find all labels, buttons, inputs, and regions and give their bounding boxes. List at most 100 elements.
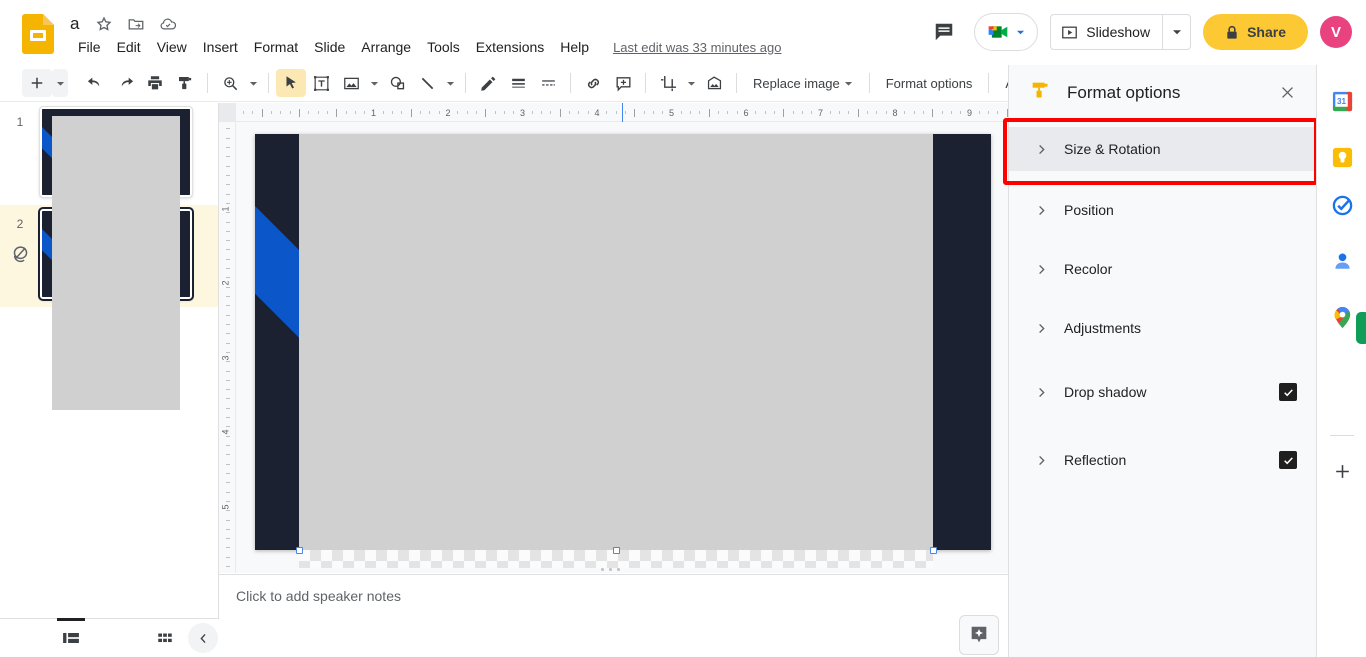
- menu-tools[interactable]: Tools: [419, 37, 468, 57]
- line-tool[interactable]: [412, 69, 442, 97]
- explore-sparkle-icon[interactable]: [959, 615, 999, 655]
- speaker-notes-placeholder[interactable]: Click to add speaker notes: [236, 588, 401, 604]
- ruler-tick: [226, 351, 230, 353]
- select-tool[interactable]: [276, 69, 306, 97]
- drop-shadow-checkbox[interactable]: [1279, 383, 1297, 401]
- filmstrip-view-button[interactable]: [48, 618, 94, 657]
- slideshow-dropdown-caret[interactable]: [1162, 15, 1190, 49]
- ruler-number: 6: [743, 108, 749, 118]
- ruler-tick: [226, 128, 230, 130]
- ruler-tick: [690, 111, 692, 114]
- print-button[interactable]: [140, 69, 170, 97]
- ruler-tick: [839, 111, 841, 114]
- google-maps-icon[interactable]: [1328, 303, 1356, 331]
- grid-view-button[interactable]: [142, 619, 188, 657]
- format-options-button[interactable]: Format options: [877, 71, 982, 96]
- crop-caret[interactable]: [683, 69, 699, 97]
- format-row-label: Drop shadow: [1064, 384, 1147, 400]
- selected-image-overlay-filmstrip[interactable]: [52, 116, 180, 410]
- ruler-tick: [764, 111, 766, 114]
- new-slide-button[interactable]: [22, 69, 52, 97]
- insert-comment-button[interactable]: [608, 69, 638, 97]
- pen-tool[interactable]: [473, 69, 503, 97]
- format-row-reflection[interactable]: Reflection: [1009, 438, 1317, 482]
- ruler-tick: [801, 111, 803, 114]
- ruler-tick: [867, 111, 869, 114]
- side-app-rail[interactable]: 31: [1316, 65, 1366, 657]
- format-row-size-rotation[interactable]: Size & Rotation: [1009, 127, 1317, 171]
- reflection-checkbox[interactable]: [1279, 451, 1297, 469]
- comment-history-icon[interactable]: [926, 14, 962, 50]
- menu-arrange[interactable]: Arrange: [353, 37, 419, 57]
- paint-format-button[interactable]: [170, 69, 200, 97]
- vertical-ruler[interactable]: 1 2 3 4 5: [219, 122, 236, 573]
- horizontal-ruler[interactable]: 1 2 3 4 5 6 7 8 9: [219, 103, 1008, 122]
- close-icon[interactable]: [1271, 77, 1303, 109]
- menu-edit[interactable]: Edit: [109, 37, 149, 57]
- new-slide-caret[interactable]: [52, 69, 68, 97]
- google-tasks-icon[interactable]: [1328, 191, 1356, 219]
- cloud-saved-icon[interactable]: [159, 15, 177, 33]
- text-box-tool[interactable]: [306, 69, 336, 97]
- menu-format[interactable]: Format: [246, 37, 306, 57]
- google-calendar-icon[interactable]: 31: [1328, 87, 1356, 115]
- resize-handle-bottom-left[interactable]: [296, 547, 303, 554]
- format-row-drop-shadow[interactable]: Drop shadow: [1009, 370, 1317, 414]
- ruler-tick: [345, 111, 347, 114]
- caret-down-icon: [370, 81, 378, 86]
- green-side-tab[interactable]: [1356, 312, 1366, 344]
- border-dash-button[interactable]: [533, 69, 563, 97]
- zoom-caret[interactable]: [245, 69, 261, 97]
- menu-help[interactable]: Help: [552, 37, 597, 57]
- slide-editor-canvas[interactable]: [255, 134, 991, 550]
- ruler-number: 5: [220, 503, 231, 510]
- menu-insert[interactable]: Insert: [195, 37, 246, 57]
- insert-link-button[interactable]: [578, 69, 608, 97]
- mask-image-button[interactable]: [699, 69, 729, 97]
- format-row-recolor[interactable]: Recolor: [1009, 247, 1317, 291]
- crop-button[interactable]: [653, 69, 683, 97]
- google-meet-button[interactable]: [974, 13, 1039, 51]
- undo-button[interactable]: [80, 69, 110, 97]
- collapse-filmstrip-button[interactable]: [188, 623, 218, 653]
- slide-canvas-area[interactable]: 1 2 3 4 5 6 7 8 9 1 2 3 4 5: [219, 103, 1008, 573]
- slide-filmstrip[interactable]: 1 2: [0, 103, 219, 618]
- slideshow-button[interactable]: Slideshow: [1051, 15, 1162, 49]
- menu-slide[interactable]: Slide: [306, 37, 353, 57]
- ruler-tick: [513, 111, 515, 114]
- resize-handle-bottom-center[interactable]: [613, 547, 620, 554]
- border-weight-button[interactable]: [503, 69, 533, 97]
- insert-image-tool[interactable]: [336, 69, 366, 97]
- line-caret[interactable]: [442, 69, 458, 97]
- zoom-button[interactable]: [215, 69, 245, 97]
- resize-handle-bottom-right[interactable]: [930, 547, 937, 554]
- google-keep-icon[interactable]: [1328, 143, 1356, 171]
- ruler-tick: [226, 538, 230, 540]
- avatar[interactable]: V: [1320, 16, 1352, 48]
- ruler-tick: [252, 111, 254, 114]
- google-slides-logo[interactable]: [22, 14, 54, 54]
- insert-image-caret[interactable]: [366, 69, 382, 97]
- selected-image[interactable]: [299, 134, 933, 550]
- google-contacts-icon[interactable]: [1328, 247, 1356, 275]
- ruler-tick: [226, 314, 230, 316]
- shape-tool[interactable]: [382, 69, 412, 97]
- share-button[interactable]: Share: [1203, 14, 1308, 50]
- notes-resize-handle[interactable]: [601, 568, 620, 571]
- menu-file[interactable]: File: [70, 37, 109, 57]
- menu-extensions[interactable]: Extensions: [468, 37, 552, 57]
- slideshow-button-group: Slideshow: [1050, 14, 1192, 50]
- format-row-adjustments[interactable]: Adjustments: [1009, 306, 1317, 350]
- format-row-position[interactable]: Position: [1009, 188, 1317, 232]
- last-edit-link[interactable]: Last edit was 33 minutes ago: [613, 40, 781, 55]
- replace-image-button[interactable]: Replace image: [744, 71, 862, 96]
- google-meet-icon: [988, 26, 1008, 38]
- menu-view[interactable]: View: [149, 37, 195, 57]
- speaker-notes-pane[interactable]: Click to add speaker notes: [219, 574, 1008, 657]
- format-options-panel[interactable]: Format options Size & Rotation Position …: [1008, 65, 1317, 657]
- document-title[interactable]: a: [68, 12, 81, 36]
- star-icon[interactable]: [95, 15, 113, 33]
- add-addon-icon[interactable]: [1328, 457, 1356, 485]
- redo-button[interactable]: [110, 69, 140, 97]
- move-to-folder-icon[interactable]: [127, 15, 145, 33]
